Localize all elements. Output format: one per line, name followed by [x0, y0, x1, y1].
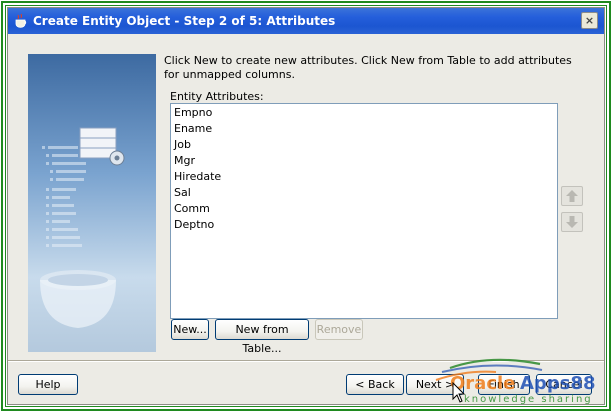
window-title: Create Entity Object - Step 2 of 5: Attr…	[33, 14, 336, 28]
dialog-window: Create Entity Object - Step 2 of 5: Attr…	[7, 7, 605, 405]
list-item[interactable]: Deptno	[173, 217, 555, 233]
new-button[interactable]: New...	[171, 319, 209, 340]
instructions-text: Click New to create new attributes. Clic…	[164, 54, 572, 81]
new-from-table-button[interactable]: New from Table...	[215, 319, 309, 355]
watermark-logo: Oracle Apps88 knowledge sharing	[420, 352, 610, 408]
watermark-swoosh: Oracle Apps88 knowledge sharing	[435, 358, 595, 405]
help-button[interactable]: Help	[18, 374, 78, 395]
list-item[interactable]: Ename	[173, 121, 555, 137]
move-down-button[interactable]	[561, 212, 583, 232]
list-item[interactable]: Empno	[173, 105, 555, 121]
wizard-side-image	[28, 54, 156, 352]
move-up-button[interactable]	[561, 186, 583, 206]
title-bar[interactable]: Create Entity Object - Step 2 of 5: Attr…	[8, 8, 604, 34]
watermark-tagline: knowledge sharing	[464, 394, 593, 405]
list-item[interactable]: Comm	[173, 201, 555, 217]
list-item[interactable]: Sal	[173, 185, 555, 201]
close-icon: ×	[584, 14, 595, 27]
wizard-illustration	[28, 54, 156, 352]
move-up-icon	[566, 190, 578, 202]
entity-attributes-label: Entity Attributes:	[170, 90, 264, 103]
close-button[interactable]: ×	[581, 12, 598, 29]
list-item[interactable]: Job	[173, 137, 555, 153]
watermark-brand-apps: Apps88	[520, 373, 595, 394]
mouse-cursor-icon	[452, 382, 466, 403]
wizard-cup-icon	[15, 13, 27, 28]
list-item[interactable]: Hiredate	[173, 169, 555, 185]
remove-button[interactable]: Remove	[315, 319, 363, 340]
back-button[interactable]: < Back	[346, 374, 404, 395]
list-item[interactable]: Mgr	[173, 153, 555, 169]
move-down-icon	[566, 216, 578, 228]
entity-attributes-list[interactable]: Empno Ename Job Mgr Hiredate Sal Comm De…	[170, 103, 558, 319]
